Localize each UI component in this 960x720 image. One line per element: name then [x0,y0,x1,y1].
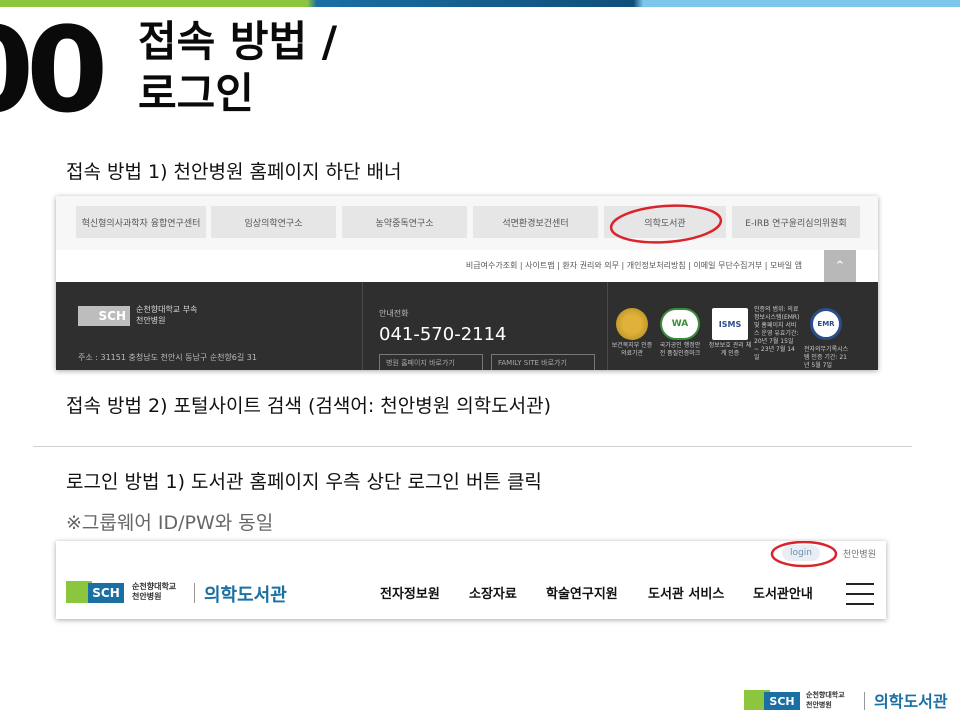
library-name: 의학도서관 [874,692,948,711]
cert-detail-2: 전자의무기록시스템 인증 기간: 21년 5월 7일 [804,346,849,369]
org-name: 순천향대학교 천안병원 [806,690,845,710]
step-2-text: 접속 방법 2) 포털사이트 검색 (검색어: 천안병원 의학도서관) [66,395,552,417]
section-number: 00 [0,1,108,139]
cert-badge-icon [616,308,648,340]
hospital-homepage-button[interactable]: 병원 홈페이지 바로가기 [379,354,483,370]
hamburger-icon[interactable] [846,583,874,605]
org-line2: 천안병원 [806,701,832,709]
wa-mark-icon: WA [660,308,700,340]
sch-logo[interactable]: SCH [66,581,124,603]
footer-link-list[interactable]: 비급여수가조회 | 사이트맵 | 환자 권리와 의무 | 개인정보처리방침 | … [466,260,802,271]
family-site-button[interactable]: FAMILY SITE 바로가기 [491,354,595,370]
emr-mark-icon: EMR [810,308,842,340]
org-line2: 천안병원 [132,592,162,601]
hospital-footer-screenshot: 혁신형의사과학자 융합연구센터 임상의학연구소 농약중독연구소 석면환경보건센터… [56,196,878,370]
menu-item[interactable]: 도서관안내 [753,583,813,602]
sch-logo: SCH [78,306,130,326]
login-note: ※그룹웨어 ID/PW와 동일 [66,512,274,534]
isms-mark-icon: ISMS [712,308,748,340]
menu-item[interactable]: 소장자료 [469,583,517,602]
cert-caption: 보건복지부 인증 의료기관 [611,342,653,357]
section-divider [33,446,912,447]
banner-tab[interactable]: 혁신형의사과학자 융합연구센터 [76,206,206,238]
menu-item[interactable]: 도서관 서비스 [648,583,724,602]
highlight-circle [609,204,723,244]
cert-detail: 인증의 범위: 의료정보시스템(EMR) 및 홈페이지 서비스 운영 유효기간:… [754,306,800,361]
org-line1: 순천향대학교 [806,691,845,699]
org-name: 순천향대학교 천안병원 [132,582,176,602]
divider [362,282,363,370]
address: 주소 : 31151 충청남도 천안시 동남구 순천향6길 31 [78,353,257,362]
footer-dark: SCH 순천향대학교 부속 천안병원 주소 : 31151 충청남도 천안시 동… [56,282,878,370]
banner-tab[interactable]: 석면환경보건센터 [473,206,598,238]
banner-tab[interactable]: 임상의학연구소 [211,206,336,238]
library-header-screenshot: login 천안병원 SCH 순천향대학교 천안병원 의학도서관 전자정보원 소… [56,541,886,619]
menu-item[interactable]: 전자정보원 [380,583,440,602]
logo-text-line2: 천안병원 [136,316,166,325]
logo-text-line1: 순천향대학교 부속 [136,305,198,314]
hospital-link[interactable]: 천안병원 [843,547,876,560]
library-name[interactable]: 의학도서관 [204,581,287,607]
logo-text: 순천향대학교 부속 천안병원 [136,304,197,326]
org-line1: 순천향대학교 [132,582,177,591]
banner-tabs: 혁신형의사과학자 융합연구센터 임상의학연구소 농약중독연구소 석면환경보건센터… [56,196,878,251]
logo-sch-text: SCH [764,692,800,710]
top-accent-bar [0,0,960,7]
cert-caption: 정보보호 관리 체계 인증 [708,342,752,357]
step-1-text: 접속 방법 1) 천안병원 홈페이지 하단 배너 [66,161,402,183]
chevron-up-icon[interactable]: ⌃ [824,250,856,282]
title-line-1: 접속 방법 / [138,17,338,66]
divider [607,282,608,370]
banner-tab[interactable]: 농약중독연구소 [342,206,467,238]
cert-caption: 국가공인 행정안전 품질인증마크 [659,342,701,357]
title-line-2: 로그인 [138,69,254,118]
banner-tab[interactable]: E-IRB 연구윤리심의위원회 [732,206,860,238]
footer-links: 비급여수가조회 | 사이트맵 | 환자 권리와 의무 | 개인정보처리방침 | … [56,250,878,282]
step-3-text: 로그인 방법 1) 도서관 홈페이지 우측 상단 로그인 버튼 클릭 [66,471,542,493]
phone-label: 안내전화 [379,309,409,318]
highlight-circle [770,541,838,568]
logo-separator [194,583,195,603]
menu-item[interactable]: 학술연구지원 [546,583,618,602]
phone-number: 041-570-2114 [379,324,507,345]
logo-separator [864,692,865,710]
logo-sch-text: SCH [88,583,124,603]
slide-title: 접속 방법 / 로그인 [138,16,337,120]
